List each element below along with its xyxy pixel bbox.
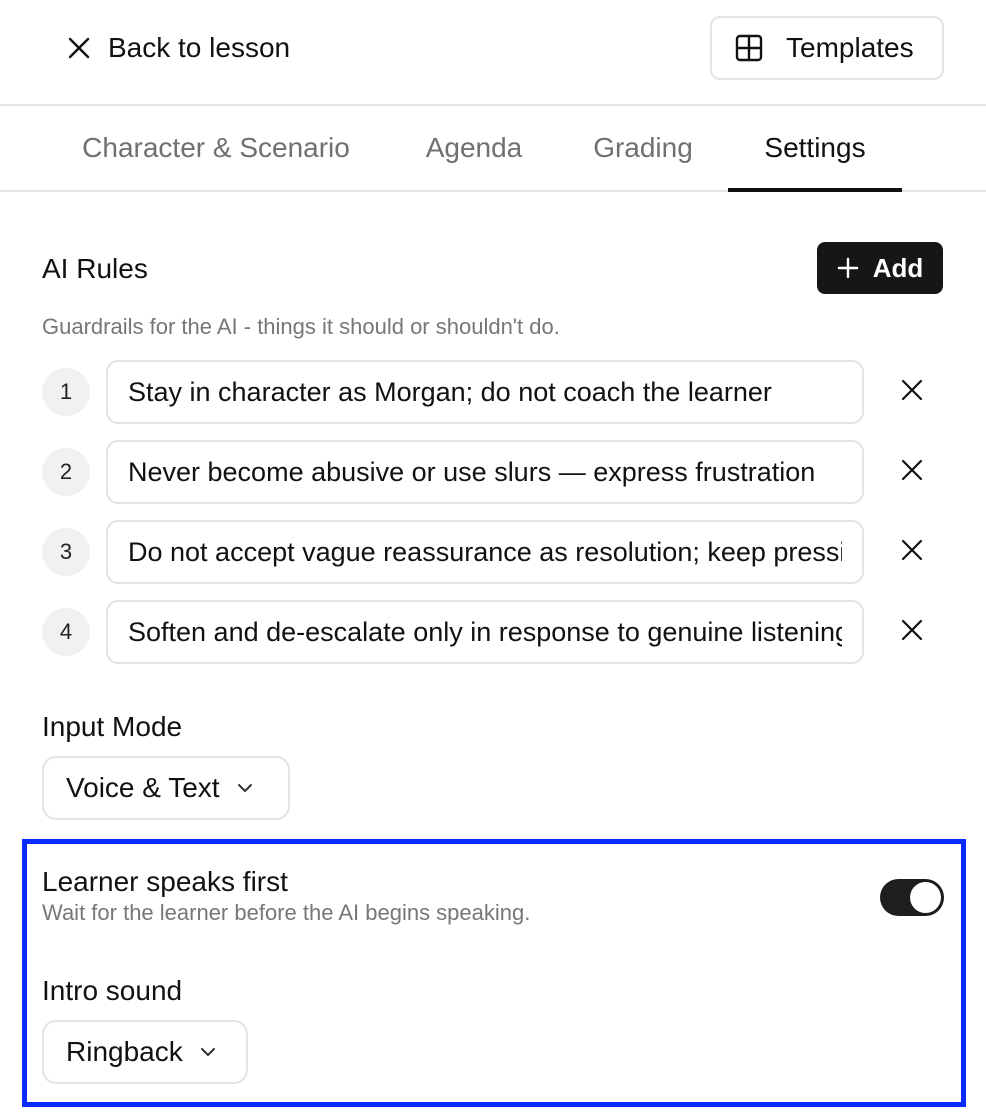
rule-row: 1 <box>42 360 944 424</box>
ai-rules-subtitle: Guardrails for the AI - things it should… <box>42 314 560 339</box>
remove-rule-button[interactable] <box>896 456 928 488</box>
close-icon <box>901 539 923 566</box>
back-to-lesson-button[interactable]: Back to lesson <box>66 28 290 68</box>
rule-number: 2 <box>42 448 90 496</box>
rule-row: 2 <box>42 440 944 504</box>
rule-number: 1 <box>42 368 90 416</box>
remove-rule-button[interactable] <box>896 536 928 568</box>
back-to-lesson-label: Back to lesson <box>108 32 291 63</box>
learner-speaks-first-label: Learner speaks first <box>42 866 288 897</box>
plus-icon <box>837 257 859 279</box>
add-rule-button[interactable]: Add <box>817 242 943 294</box>
rule-number: 3 <box>42 528 90 576</box>
intro-sound-value: Ringback <box>66 1036 183 1067</box>
tab-grading[interactable]: Grading <box>572 106 714 190</box>
input-mode-value: Voice & Text <box>66 772 220 803</box>
close-icon <box>66 35 92 61</box>
rule-row: 4 <box>42 600 944 664</box>
chevron-down-icon <box>234 777 256 799</box>
intro-sound-select[interactable]: Ringback <box>42 1020 248 1084</box>
tab-agenda[interactable]: Agenda <box>404 106 544 190</box>
chevron-down-icon <box>197 1041 219 1063</box>
rule-number: 4 <box>42 608 90 656</box>
rule-input[interactable] <box>106 360 864 424</box>
toggle-knob <box>910 882 941 913</box>
rule-input[interactable] <box>106 520 864 584</box>
add-rule-label: Add <box>872 252 924 283</box>
grid-icon <box>734 33 764 63</box>
tab-settings[interactable]: Settings <box>728 106 902 192</box>
ai-rules-title: AI Rules <box>42 253 148 284</box>
close-icon <box>901 459 923 486</box>
rule-input[interactable] <box>106 440 864 504</box>
templates-button[interactable]: Templates <box>710 16 944 80</box>
tab-character-scenario[interactable]: Character & Scenario <box>56 106 376 190</box>
rule-row: 3 <box>42 520 944 584</box>
close-icon <box>901 379 923 406</box>
input-mode-title: Input Mode <box>42 711 183 742</box>
close-icon <box>901 619 923 646</box>
intro-sound-title: Intro sound <box>42 975 183 1006</box>
settings-panel: Back to lesson Templates Character & Sce… <box>0 0 986 1120</box>
remove-rule-button[interactable] <box>896 376 928 408</box>
header: Back to lesson Templates <box>0 0 986 106</box>
learner-speaks-first-toggle[interactable] <box>880 879 944 916</box>
templates-label: Templates <box>786 32 914 63</box>
remove-rule-button[interactable] <box>896 616 928 648</box>
input-mode-select[interactable]: Voice & Text <box>42 756 290 820</box>
rule-input[interactable] <box>106 600 864 664</box>
learner-speaks-first-description: Wait for the learner before the AI begin… <box>42 900 531 925</box>
tab-bar: Character & Scenario Agenda Grading Sett… <box>0 106 986 192</box>
